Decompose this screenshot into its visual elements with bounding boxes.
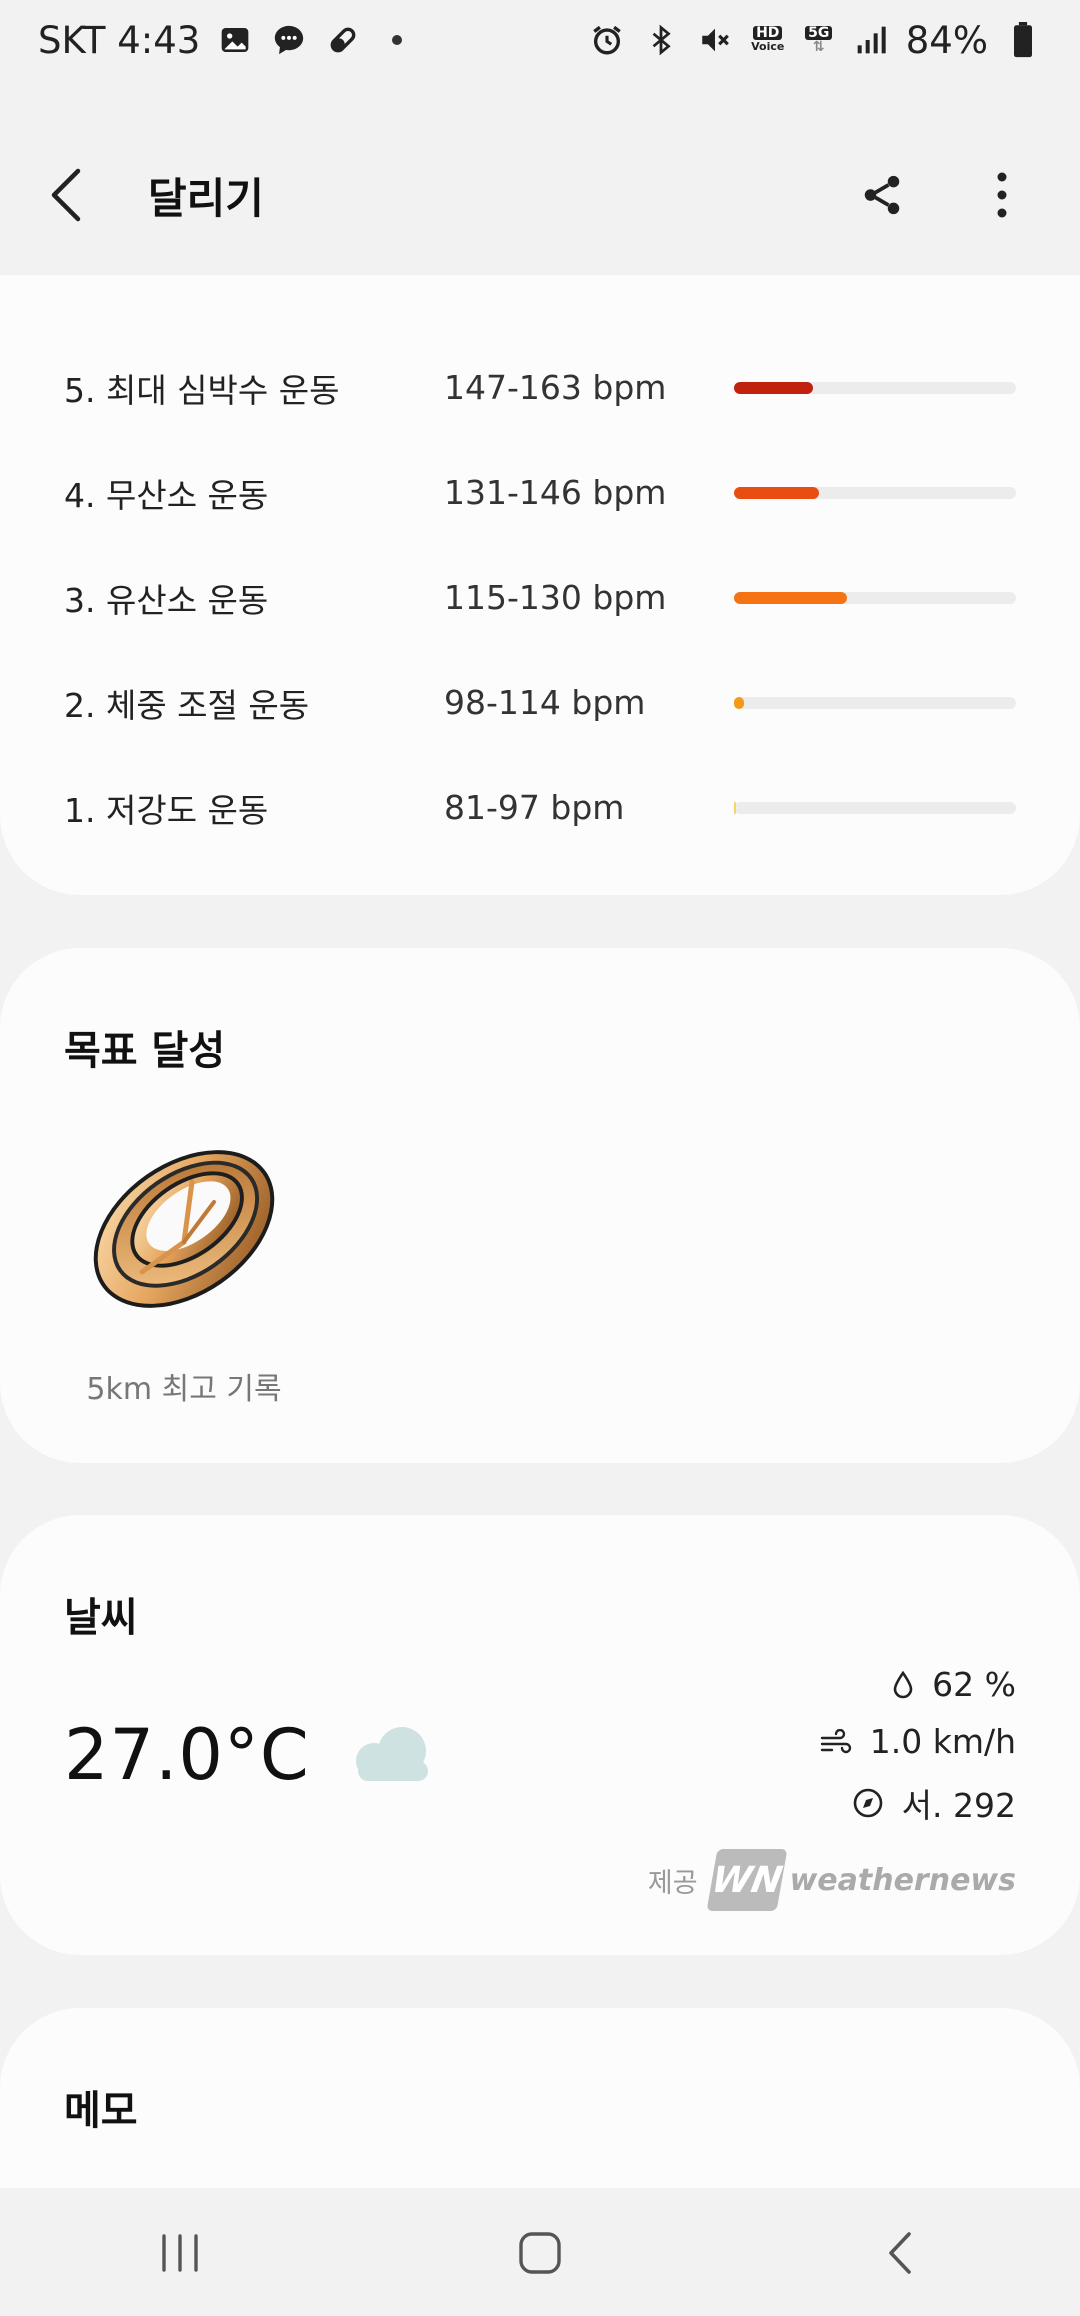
hr-zone-range: 98-114 bpm <box>444 683 646 722</box>
hr-zone-row: 1. 저강도 운동 81-97 bpm <box>64 755 1016 860</box>
hr-zone-range: 147-163 bpm <box>444 368 667 407</box>
hr-zone-bar-fill <box>734 381 813 394</box>
weathernews-logo: WN weathernews <box>706 1849 1016 1911</box>
wind-direction-value: 서. 292 <box>901 1786 1016 1825</box>
weather-card: 날씨 27.0°C 62 % 1.0 km/h 서. 292 제공 WN wea… <box>0 1515 1080 1955</box>
nav-back-button[interactable] <box>840 2213 960 2293</box>
hr-zone-row: 2. 체중 조절 운동 98-114 bpm <box>64 650 1016 755</box>
signal-icon <box>852 21 890 59</box>
wn-logo-mark: WN <box>706 1849 788 1911</box>
recent-apps-button[interactable] <box>120 2213 240 2293</box>
goal-badge[interactable]: 5km 최고 기록 <box>64 1124 304 1408</box>
weather-temperature: 27.0°C <box>64 1714 310 1796</box>
message-icon <box>270 21 308 59</box>
wind-speed-stat: 1.0 km/h <box>820 1722 1016 1761</box>
hr-zone-row: 5. 최대 심박수 운동 147-163 bpm <box>64 335 1016 440</box>
gallery-icon <box>216 21 254 59</box>
network-label: 5G <box>805 26 833 40</box>
wind-speed-value: 1.0 km/h <box>869 1722 1016 1761</box>
data-arrows-icon: ⇅ <box>812 39 825 55</box>
hr-zone-bar-fill <box>734 591 847 604</box>
more-options-button[interactable] <box>972 165 1032 225</box>
weather-provider: 제공 WN weathernews <box>64 1849 1016 1911</box>
battery-percent: 84% <box>905 18 988 62</box>
home-icon <box>519 2232 561 2274</box>
humidity-drop-icon <box>893 1670 913 1698</box>
cloud-icon <box>355 1727 428 1781</box>
hd-voice-icon: HD Voice <box>750 21 786 59</box>
home-button[interactable] <box>480 2213 600 2293</box>
memo-card[interactable]: 메모 <box>0 2008 1080 2188</box>
back-button[interactable] <box>48 160 118 230</box>
hr-zone-bar <box>734 696 1016 709</box>
hr-zone-row: 3. 유산소 운동 115-130 bpm <box>64 545 1016 650</box>
hr-zone-range: 131-146 bpm <box>444 473 667 512</box>
provider-prefix: 제공 <box>647 1867 698 1899</box>
compass-icon <box>853 1788 882 1818</box>
hr-zone-bar <box>734 801 1016 814</box>
hr-zone-bar-fill <box>734 486 819 499</box>
hr-zone-bar <box>734 381 1016 394</box>
hr-zone-label: 5. 최대 심박수 운동 <box>64 370 340 410</box>
hr-zone-bar <box>734 486 1016 499</box>
status-left: SKT 4:43 <box>38 19 416 62</box>
weather-section-title: 날씨 <box>64 1595 138 1641</box>
record-badge-icon <box>93 1150 275 1308</box>
alarm-icon <box>588 21 626 59</box>
hr-zone-range: 115-130 bpm <box>444 578 667 617</box>
hr-zone-label: 4. 무산소 운동 <box>64 475 269 515</box>
status-bar: SKT 4:43 HD Voice 5G ⇅ 84% <box>0 0 1080 80</box>
weather-stats: 62 % 1.0 km/h 서. 292 <box>820 1665 1016 1827</box>
memo-section-title: 메모 <box>64 2088 138 2134</box>
wn-logo-text: weathernews <box>789 1862 1016 1898</box>
network-5g-icon: 5G ⇅ <box>802 21 836 59</box>
back-arrow-icon <box>51 168 81 222</box>
hr-zone-bar-fill <box>734 801 736 814</box>
hr-zone-label: 2. 체중 조절 운동 <box>64 685 310 725</box>
app-bar: 달리기 <box>0 130 1080 260</box>
share-icon <box>864 175 900 215</box>
humidity-stat: 62 % <box>892 1665 1016 1704</box>
pill-icon <box>324 21 362 59</box>
page-title: 달리기 <box>148 173 264 223</box>
hr-zone-bar <box>734 591 1016 604</box>
wind-icon <box>820 1728 851 1753</box>
wind-direction-stat: 서. 292 <box>852 1779 1016 1827</box>
goal-badge-label: 5km 최고 기록 <box>86 1372 282 1407</box>
voice-label: Voice <box>751 40 785 53</box>
notification-dot-icon <box>378 21 416 59</box>
hd-label: HD <box>753 26 783 40</box>
carrier-time: SKT 4:43 <box>38 18 201 62</box>
hr-zone-label: 1. 저강도 운동 <box>64 790 269 830</box>
share-button[interactable] <box>852 165 912 225</box>
battery-icon <box>1004 21 1042 59</box>
hr-zone-row: 4. 무산소 운동 131-146 bpm <box>64 440 1016 545</box>
app-actions <box>852 165 1032 225</box>
hr-zones-card: 5. 최대 심박수 운동 147-163 bpm 4. 무산소 운동 131-1… <box>0 275 1080 895</box>
weather-row: 27.0°C 62 % 1.0 km/h 서. 292 <box>64 1665 1016 1827</box>
humidity-value: 62 % <box>932 1665 1016 1704</box>
hr-zone-label: 3. 유산소 운동 <box>64 580 269 620</box>
hr-zone-bar-fill <box>734 696 744 709</box>
mute-icon <box>696 21 734 59</box>
hr-zone-range: 81-97 bpm <box>444 788 625 827</box>
navigation-bar <box>0 2190 1080 2316</box>
weather-temperature-group: 27.0°C <box>64 1683 436 1827</box>
recent-apps-icon <box>162 2234 198 2272</box>
more-vertical-icon <box>997 172 1007 218</box>
bluetooth-icon <box>642 21 680 59</box>
goal-section-title: 목표 달성 <box>64 1028 226 1074</box>
nav-back-icon <box>889 2232 911 2274</box>
goal-achieved-card: 목표 달성 5km 최고 기록 <box>0 948 1080 1463</box>
status-right: HD Voice 5G ⇅ 84% <box>588 19 1042 62</box>
